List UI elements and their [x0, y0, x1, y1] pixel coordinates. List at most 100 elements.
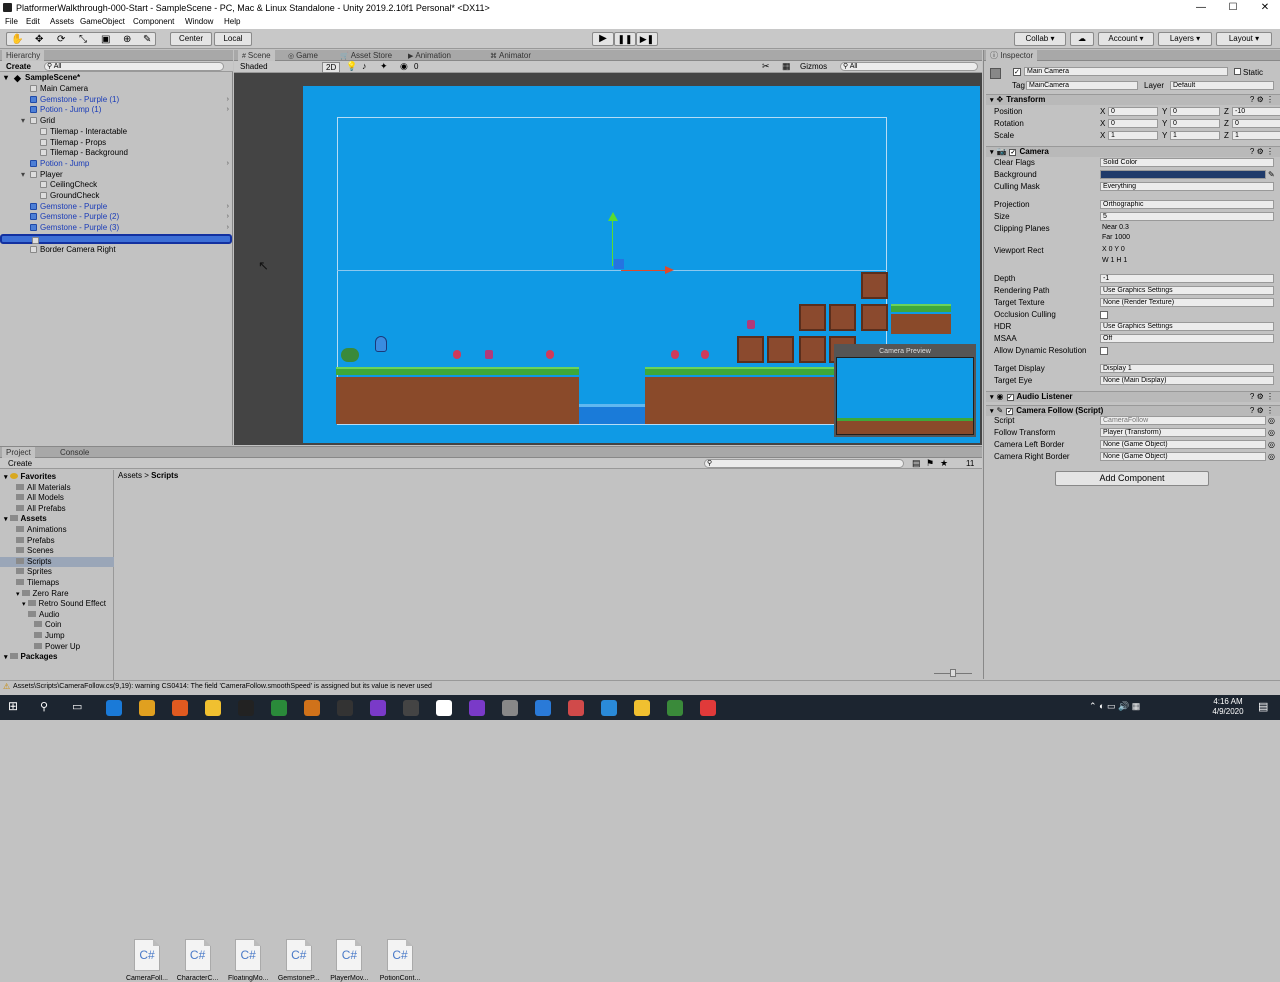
background-color-field[interactable] — [1100, 170, 1266, 179]
hierarchy-item[interactable]: Tilemap - Props — [0, 138, 232, 148]
folder-tree-item[interactable]: Audio — [0, 610, 114, 620]
hand-tool-icon[interactable]: ✋ — [11, 34, 23, 45]
prefab-open-arrow-icon[interactable]: › — [227, 95, 229, 105]
project-search-input[interactable]: ⚲ — [704, 459, 904, 468]
tab-hierarchy[interactable]: Hierarchy — [2, 50, 45, 61]
camera-projection-field[interactable]: Orthographic — [1100, 200, 1274, 209]
shading-mode-dropdown[interactable]: Shaded — [240, 62, 268, 71]
menu-file[interactable]: File — [5, 17, 18, 26]
custom-tool-icon[interactable]: ✎ — [143, 34, 151, 45]
collab-button[interactable]: Collab ▾ — [1014, 32, 1066, 46]
tab-inspector[interactable]: ⓘ Inspector — [986, 50, 1038, 61]
expand-arrow-icon[interactable]: ▾ — [990, 149, 994, 156]
taskbar-app-icon[interactable] — [436, 700, 452, 716]
folder-tree-item[interactable]: All Models — [0, 493, 114, 503]
y-axis-gizmo[interactable] — [612, 216, 613, 266]
status-bar[interactable]: ⚠ Assets\Scripts\CameraFollow.cs(9,19): … — [0, 680, 1280, 694]
taskbar-app-icon[interactable] — [106, 700, 122, 716]
expand-arrow-icon[interactable]: ▾ — [4, 516, 8, 523]
taskbar-app-icon[interactable] — [667, 700, 683, 716]
component-settings-icon[interactable]: ? ⚙ ⋮ — [1250, 95, 1274, 105]
folder-tree-item[interactable]: ▾ Retro Sound Effect — [0, 599, 114, 609]
component-settings-icon[interactable]: ? ⚙ ⋮ — [1250, 406, 1274, 416]
folder-tree-item[interactable]: ▾ Assets — [0, 514, 114, 524]
hierarchy-item[interactable]: ▾ Grid — [0, 116, 232, 126]
minimize-button[interactable]: — — [1186, 1, 1216, 15]
camera-clipping-planes-field[interactable]: Near 0.3 — [1100, 224, 1220, 233]
taskbar-app-icon[interactable] — [700, 700, 716, 716]
folder-tree-item[interactable]: Scenes — [0, 546, 114, 556]
folder-tree-item[interactable]: Sprites — [0, 567, 114, 577]
2d-toggle[interactable]: 2D — [322, 62, 341, 73]
folder-tree-item[interactable]: Animations — [0, 525, 114, 535]
taskbar-app-icon[interactable] — [469, 700, 485, 716]
scene-root[interactable]: ▾ ◆ SampleScene* — [0, 73, 232, 83]
prefab-open-arrow-icon[interactable]: › — [227, 223, 229, 233]
follow-follow-transform-field[interactable]: Player (Transform) — [1100, 428, 1266, 437]
folder-tree-item[interactable]: Prefabs — [0, 536, 114, 546]
plane-handle[interactable] — [614, 259, 624, 269]
taskbar-app-icon[interactable] — [304, 700, 320, 716]
tag-dropdown[interactable]: MainCamera — [1026, 81, 1138, 90]
eyedropper-icon[interactable]: ✎ — [1268, 170, 1275, 179]
object-picker-icon[interactable]: ◎ — [1268, 452, 1275, 461]
expand-arrow-icon[interactable]: ▾ — [990, 394, 994, 401]
breadcrumb-scripts[interactable]: Scripts — [151, 471, 178, 480]
rect-tool-icon[interactable]: ▣ — [101, 34, 110, 45]
expand-arrow-icon[interactable]: ▾ — [990, 97, 994, 104]
hierarchy-item[interactable] — [0, 233, 232, 244]
component-settings-icon[interactable]: ? ⚙ ⋮ — [1250, 147, 1274, 157]
account-dropdown[interactable]: Account ▾ — [1098, 32, 1154, 46]
expand-arrow-icon[interactable]: ▾ — [21, 170, 25, 180]
hierarchy-search-input[interactable]: ⚲ All — [44, 62, 224, 71]
hierarchy-item[interactable]: Tilemap - Interactable — [0, 127, 232, 137]
maximize-button[interactable]: ☐ — [1218, 1, 1248, 15]
menu-window[interactable]: Window — [185, 17, 213, 26]
camera-rendering-path-field[interactable]: Use Graphics Settings — [1100, 286, 1274, 295]
add-component-button[interactable]: Add Component — [1055, 471, 1209, 486]
layout-dropdown[interactable]: Layout ▾ — [1216, 32, 1272, 46]
script-asset[interactable]: C# CameraFoll... — [122, 939, 172, 982]
prefab-open-arrow-icon[interactable]: › — [227, 159, 229, 169]
folder-tree-item[interactable]: Tilemaps — [0, 578, 114, 588]
layers-dropdown[interactable]: Layers ▾ — [1158, 32, 1212, 46]
taskbar-app-icon[interactable] — [337, 700, 353, 716]
camera-culling-mask-field[interactable]: Everything — [1100, 182, 1274, 191]
hierarchy-item[interactable]: Gemstone - Purple (2) › — [0, 212, 232, 222]
tab-console[interactable]: Console — [56, 447, 93, 458]
taskbar-app-icon[interactable] — [238, 700, 254, 716]
menu-gameobject[interactable]: GameObject — [80, 17, 125, 26]
step-button[interactable]: ▶❚ — [636, 32, 658, 46]
taskbar-app-icon[interactable] — [601, 700, 617, 716]
expand-arrow-icon[interactable]: ▾ — [21, 116, 25, 126]
expand-arrow-icon[interactable]: ▾ — [16, 591, 20, 598]
taskbar-app-icon[interactable] — [568, 700, 584, 716]
active-checkbox[interactable]: ✓ — [1013, 68, 1021, 76]
camera-follow-header[interactable]: ▾ ✎ ✓ Camera Follow (Script) ? ⚙ ⋮ — [986, 405, 1280, 416]
object-picker-icon[interactable]: ◎ — [1268, 440, 1275, 449]
hidden-objects-icon[interactable]: ◉ — [400, 61, 408, 72]
camera-sub-field[interactable]: Far 1000 — [1100, 234, 1220, 243]
hierarchy-item[interactable]: Gemstone - Purple (1) › — [0, 95, 232, 105]
hierarchy-item[interactable]: Tilemap - Background — [0, 148, 232, 158]
transform-x-field[interactable]: 1 — [1108, 131, 1158, 140]
prefab-open-arrow-icon[interactable]: › — [227, 212, 229, 222]
system-tray-icons[interactable]: ⌃ ◐ ▭ 🔊 ▦ — [1089, 701, 1140, 712]
scene-viewport[interactable]: Camera Preview — [303, 86, 980, 443]
gizmos-dropdown[interactable]: Gizmos — [800, 62, 827, 71]
x-arrow-icon[interactable] — [665, 266, 674, 274]
filter-label-icon[interactable]: ⚑ — [926, 458, 934, 469]
menu-edit[interactable]: Edit — [26, 17, 40, 26]
taskbar-app-icon[interactable] — [634, 700, 650, 716]
follow-camera-right-border-field[interactable]: None (Game Object) — [1100, 452, 1266, 461]
transform-z-field[interactable]: 0 — [1232, 119, 1280, 128]
camera-size-field[interactable]: 5 — [1100, 212, 1274, 221]
component-enabled-checkbox[interactable]: ✓ — [1006, 394, 1014, 401]
script-asset[interactable]: C# CharacterC... — [173, 939, 223, 982]
folder-tree-item[interactable]: ▾ Zero Rare — [0, 589, 114, 599]
slider-thumb[interactable] — [950, 669, 956, 677]
layer-dropdown[interactable]: Default — [1170, 81, 1274, 90]
transform-header[interactable]: ▾ ✥ Transform ? ⚙ ⋮ — [986, 94, 1280, 105]
expand-arrow-icon[interactable]: ▾ — [22, 601, 26, 608]
hierarchy-item[interactable]: Potion - Jump › — [0, 159, 232, 169]
